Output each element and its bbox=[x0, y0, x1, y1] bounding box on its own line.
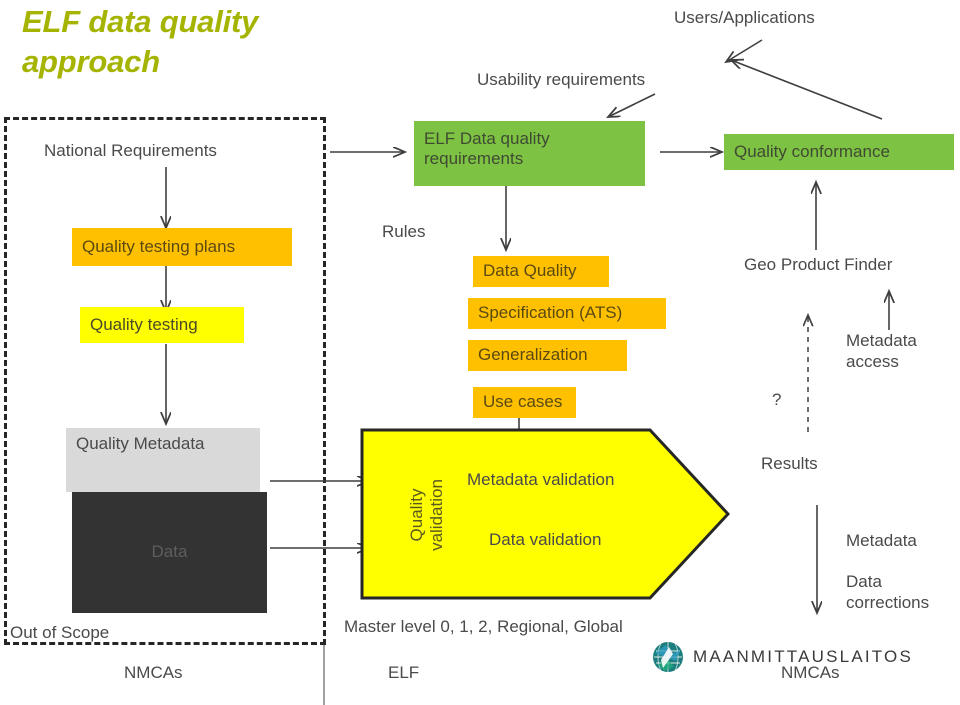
usability-requirements-label: Usability requirements bbox=[477, 70, 646, 89]
quality-testing-plans-box[interactable]: Quality testing plans bbox=[72, 228, 292, 266]
slide-canvas: ELF data quality approach National Requi… bbox=[0, 0, 960, 705]
maanmittauslaitos-logo: MAANMITTAUSLAITOS bbox=[652, 641, 913, 673]
quality-conformance-box[interactable]: Quality conformance bbox=[724, 134, 954, 170]
elf-data-quality-requirements-box[interactable]: ELF Data quality requirements bbox=[414, 121, 645, 186]
users-applications-label: Users/Applications bbox=[674, 8, 815, 27]
data-validation-label: Data validation bbox=[489, 530, 602, 549]
metadata-access-label: Metadata access bbox=[846, 331, 917, 371]
national-requirements-label: National Requirements bbox=[44, 141, 217, 160]
geo-product-finder-label: Geo Product Finder bbox=[744, 255, 893, 274]
use-cases-box[interactable]: Use cases bbox=[473, 387, 576, 418]
specification-ats-box[interactable]: Specification (ATS) bbox=[468, 298, 666, 329]
out-of-scope-label: Out of Scope bbox=[10, 623, 110, 642]
metadata-validation-label: Metadata validation bbox=[467, 470, 615, 489]
generalization-box[interactable]: Generalization bbox=[468, 340, 627, 371]
quality-testing-box[interactable]: Quality testing bbox=[80, 307, 244, 343]
metadata-data-corrections-label: Metadata Data corrections bbox=[846, 531, 930, 613]
nmcas-left-label: NMCAs bbox=[124, 663, 183, 682]
question-mark-label: ? bbox=[772, 390, 782, 409]
page-title: ELF data quality approach bbox=[22, 4, 259, 79]
data-box[interactable]: Data bbox=[72, 492, 267, 613]
data-quality-box[interactable]: Data Quality bbox=[473, 256, 609, 287]
master-level-label: Master level 0, 1, 2, Regional, Global bbox=[344, 617, 623, 636]
results-label: Results bbox=[761, 454, 818, 473]
globe-icon bbox=[653, 642, 683, 672]
logo-wordmark: MAANMITTAUSLAITOS bbox=[693, 647, 914, 666]
rules-label: Rules bbox=[382, 222, 426, 241]
quality-metadata-box[interactable]: Quality Metadata bbox=[66, 428, 260, 492]
elf-label: ELF bbox=[388, 663, 420, 682]
quality-validation-side-label: Quality validation bbox=[406, 479, 446, 551]
